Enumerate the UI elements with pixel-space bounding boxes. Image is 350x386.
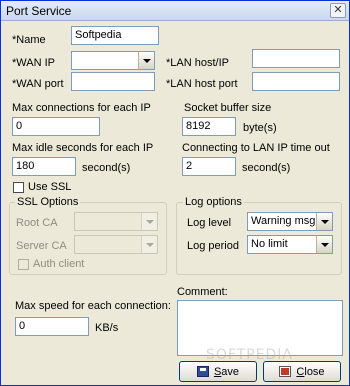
server-ca-label: Server CA xyxy=(16,240,67,252)
port-service-dialog: Port Service ✕ *Name Softpedia *WAN IP *… xyxy=(0,0,350,386)
max-idle-label: Max idle seconds for each IP xyxy=(12,142,154,154)
close-door-icon xyxy=(279,366,292,377)
lan-timeout-input[interactable]: 2 xyxy=(182,157,236,176)
name-input[interactable]: Softpedia xyxy=(71,26,159,45)
socket-buffer-input[interactable]: 8192 xyxy=(182,117,236,136)
max-connections-label: Max connections for each IP xyxy=(12,102,151,114)
log-level-dropdown-button[interactable] xyxy=(316,213,332,230)
root-ca-label: Root CA xyxy=(16,217,58,229)
comment-label: Comment: xyxy=(177,286,228,298)
floppy-disk-icon xyxy=(196,366,209,377)
lan-timeout-label: Connecting to LAN IP time out xyxy=(182,142,330,154)
title-bar[interactable]: Port Service ✕ xyxy=(1,1,349,21)
max-idle-unit: second(s) xyxy=(82,162,131,174)
max-speed-unit: KB/s xyxy=(95,322,119,334)
lan-host-ip-input[interactable] xyxy=(252,49,340,68)
save-button[interactable]: Save xyxy=(179,361,257,382)
window-close-button[interactable]: ✕ xyxy=(330,3,346,18)
use-ssl-checkbox[interactable] xyxy=(13,182,24,193)
close-button[interactable]: Close xyxy=(263,361,341,382)
wan-ip-label: *WAN IP xyxy=(12,57,55,69)
log-level-label: Log level xyxy=(187,217,232,229)
wan-port-input[interactable] xyxy=(71,72,155,91)
log-period-select[interactable]: No limit xyxy=(247,235,333,254)
chevron-down-icon xyxy=(320,219,329,224)
lan-host-port-input[interactable] xyxy=(252,72,340,91)
wan-port-label: *WAN port xyxy=(12,78,64,90)
root-ca-dropdown-button[interactable] xyxy=(141,213,157,230)
log-period-dropdown-button[interactable] xyxy=(316,236,332,253)
lan-host-ip-label: *LAN host/IP xyxy=(166,57,229,69)
root-ca-combo[interactable] xyxy=(74,212,158,231)
chevron-down-icon xyxy=(145,242,154,247)
socket-buffer-unit: byte(s) xyxy=(243,122,277,134)
max-connections-input[interactable]: 0 xyxy=(12,117,100,136)
server-ca-dropdown-button[interactable] xyxy=(141,236,157,253)
log-level-select[interactable]: Warning msg xyxy=(247,212,333,231)
save-button-label: Save xyxy=(213,365,240,378)
max-idle-input[interactable]: 180 xyxy=(12,157,76,176)
window-title: Port Service xyxy=(6,4,72,18)
chevron-down-icon xyxy=(320,242,329,247)
chevron-down-icon xyxy=(142,58,151,63)
auth-client-label: Auth client xyxy=(33,258,85,270)
server-ca-combo[interactable] xyxy=(74,235,158,254)
close-button-label: Close xyxy=(296,365,325,378)
wan-ip-combo[interactable] xyxy=(71,51,155,70)
log-level-value: Warning msg xyxy=(251,215,316,227)
max-speed-input[interactable]: 0 xyxy=(15,317,89,336)
auth-client-checkbox[interactable] xyxy=(18,259,29,270)
chevron-down-icon xyxy=(145,219,154,224)
wan-ip-dropdown-button[interactable] xyxy=(138,52,154,69)
socket-buffer-label: Socket buffer size xyxy=(184,102,272,114)
lan-host-port-label: *LAN host port xyxy=(166,78,238,90)
max-speed-label: Max speed for each connection: xyxy=(15,300,171,312)
use-ssl-label: Use SSL xyxy=(28,181,72,193)
lan-timeout-unit: second(s) xyxy=(242,162,291,174)
name-label: *Name xyxy=(12,34,46,46)
log-options-title: Log options xyxy=(183,196,244,208)
ssl-options-title: SSL Options xyxy=(15,196,81,208)
log-period-label: Log period xyxy=(187,240,239,252)
log-period-value: No limit xyxy=(251,238,288,250)
